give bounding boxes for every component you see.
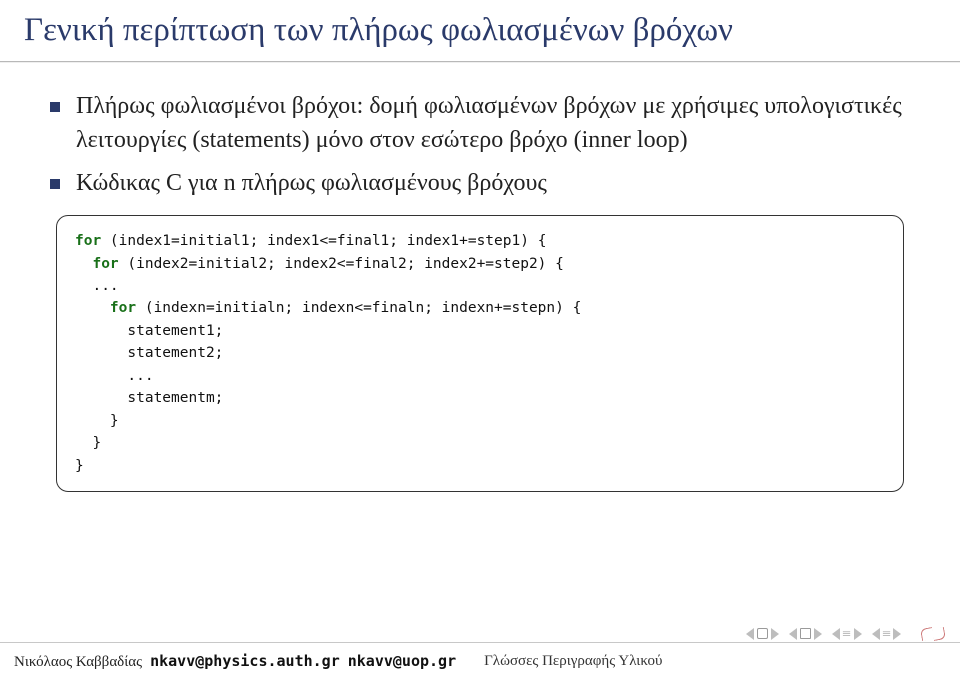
nav-subsection-group: ≡: [832, 627, 861, 640]
nav-prev-sub-icon[interactable]: [832, 628, 840, 640]
keyword-for: for: [75, 233, 101, 249]
footer-email-1: nkavv@physics.auth.gr: [150, 652, 340, 670]
footer-email-2: nkavv@uop.gr: [348, 652, 456, 670]
footer-left: Νικόλαος Καββαδίας nkavv@physics.auth.gr…: [14, 652, 456, 671]
bullet-item: Πλήρως φωλιασμένοι βρόχοι: δομή φωλιασμέ…: [50, 90, 932, 157]
slide: Γενική περίπτωση των πλήρως φωλιασμένων …: [0, 0, 960, 680]
nav-next-frame-icon[interactable]: [893, 628, 901, 640]
nav-back-forward-group: [921, 628, 946, 640]
nav-page-group: [746, 628, 779, 640]
footer: Νικόλαος Καββαδίας nkavv@physics.auth.gr…: [0, 642, 960, 680]
code-line: statement1;: [75, 323, 223, 339]
nav-prev-page-icon[interactable]: [746, 628, 754, 640]
code-line: (indexn=initialn; indexn<=finaln; indexn…: [136, 300, 581, 316]
code-line: ...: [75, 368, 154, 384]
nav-sub-icon[interactable]: ≡: [841, 627, 852, 640]
nav-prev-frame-icon[interactable]: [872, 628, 880, 640]
bullet-marker-icon: [50, 102, 60, 112]
code-block: for (index1=initial1; index1<=final1; in…: [56, 215, 904, 492]
code-line: ...: [75, 278, 119, 294]
nav-redo-icon[interactable]: [932, 627, 946, 641]
nav-frame-group: ≡: [872, 627, 901, 640]
nav-prev-section-icon[interactable]: [789, 628, 797, 640]
nav-frame-icon[interactable]: ≡: [881, 627, 892, 640]
keyword-for: for: [75, 256, 119, 272]
footer-author: Νικόλαος Καββαδίας: [14, 654, 142, 671]
code-line: }: [75, 435, 101, 451]
title-bar: Γενική περίπτωση των πλήρως φωλιασμένων …: [0, 0, 960, 57]
code-line: }: [75, 413, 119, 429]
code-line: (index2=initial2; index2<=final2; index2…: [119, 256, 564, 272]
nav-controls: ≡ ≡: [746, 627, 946, 640]
nav-next-sub-icon[interactable]: [854, 628, 862, 640]
code-line: statementm;: [75, 390, 223, 406]
keyword-for: for: [75, 300, 136, 316]
bullet-item: Κώδικας C για n πλήρως φωλιασμένους βρόχ…: [50, 167, 932, 201]
bullet-marker-icon: [50, 179, 60, 189]
nav-section-group: [789, 628, 822, 640]
nav-next-section-icon[interactable]: [814, 628, 822, 640]
slide-body: Πλήρως φωλιασμένοι βρόχοι: δομή φωλιασμέ…: [0, 62, 960, 680]
code-line: (index1=initial1; index1<=final1; index1…: [101, 233, 546, 249]
bullet-text: Κώδικας C για n πλήρως φωλιασμένους βρόχ…: [76, 167, 932, 201]
nav-section-icon[interactable]: [800, 628, 811, 639]
code-block-container: for (index1=initial1; index1<=final1; in…: [56, 215, 904, 492]
nav-next-page-icon[interactable]: [771, 628, 779, 640]
code-line: statement2;: [75, 345, 223, 361]
code-line: }: [75, 458, 84, 474]
slide-title: Γενική περίπτωση των πλήρως φωλιασμένων …: [24, 10, 936, 51]
footer-title: Γλώσσες Περιγραφής Υλικού: [484, 653, 662, 670]
bullet-text: Πλήρως φωλιασμένοι βρόχοι: δομή φωλιασμέ…: [76, 90, 932, 157]
nav-page-icon[interactable]: [757, 628, 768, 639]
